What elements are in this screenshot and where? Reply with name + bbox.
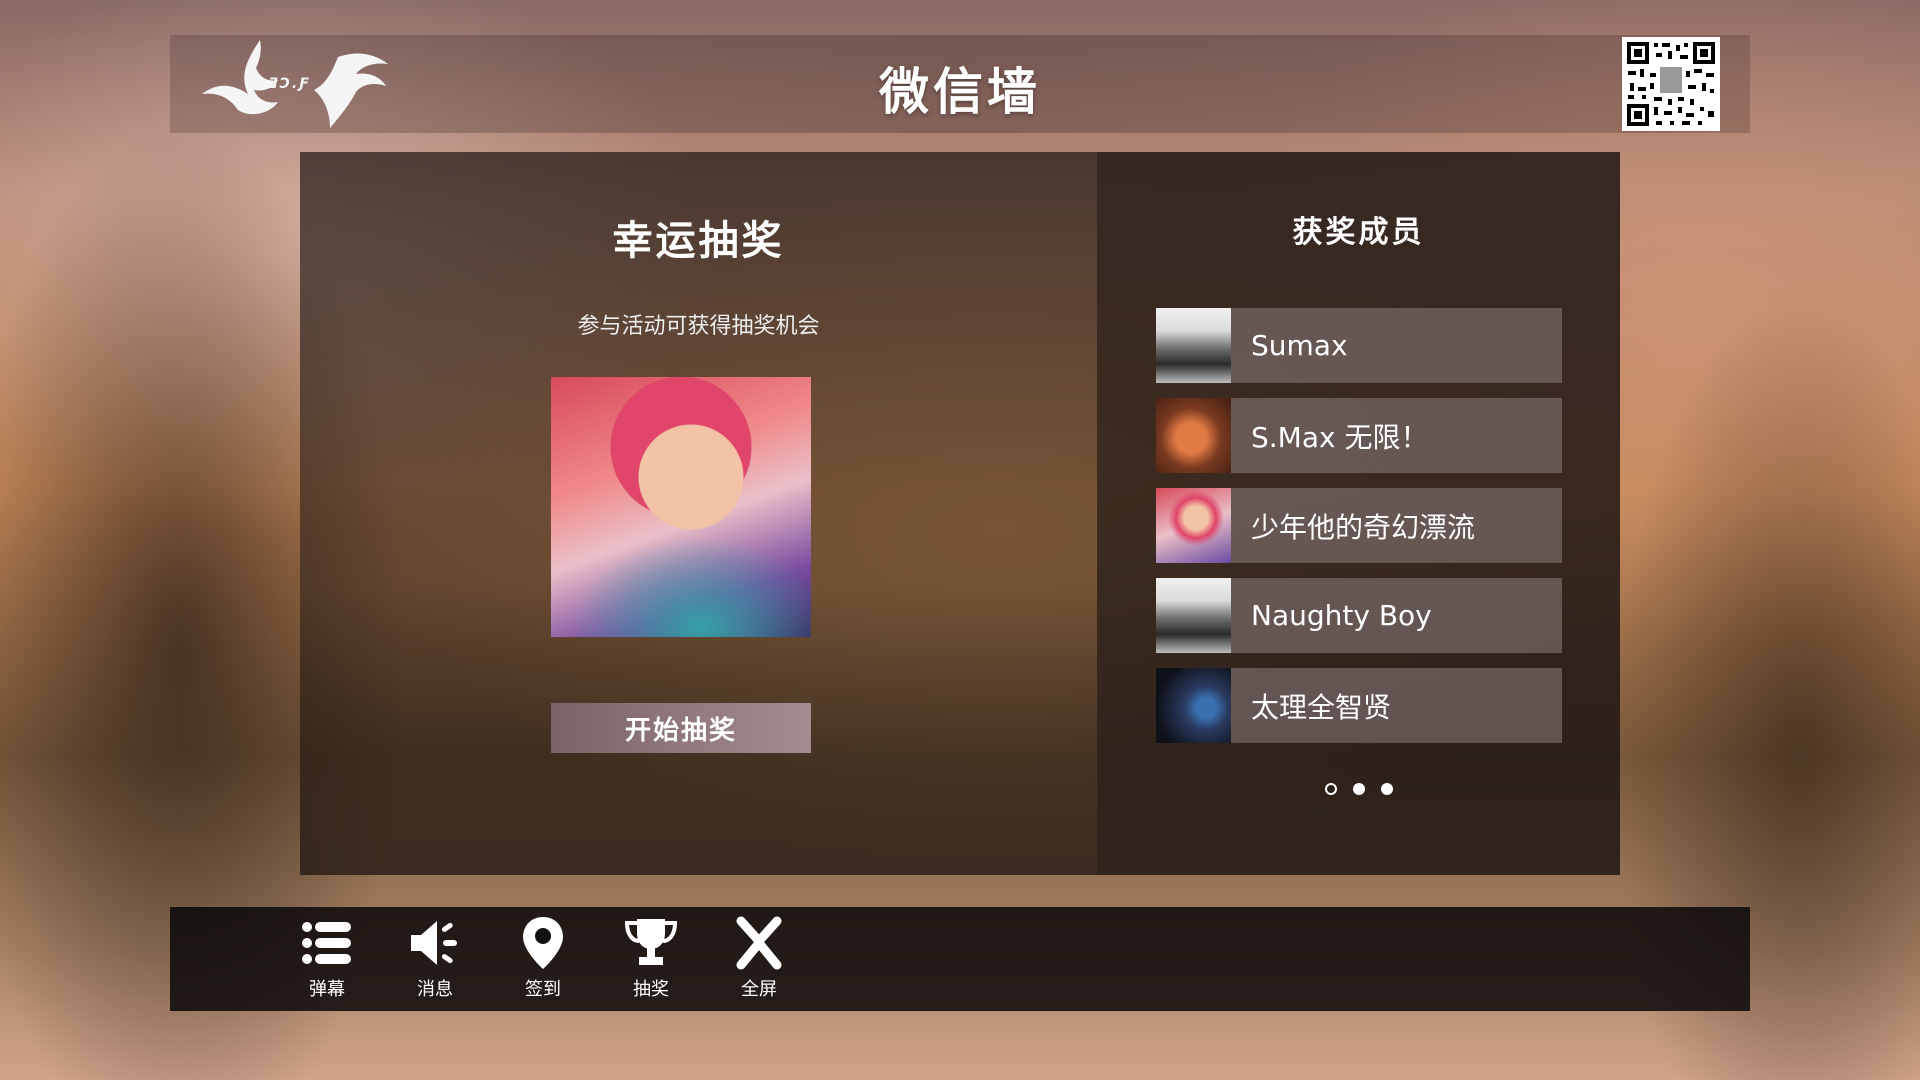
qr-code (1622, 37, 1720, 131)
winner-name: Naughty Boy (1251, 599, 1432, 632)
pager-dot-1[interactable] (1324, 783, 1337, 795)
winners-title: 获奖成员 (1292, 215, 1425, 250)
toolbar-label: 消息 (417, 979, 453, 1000)
winner-avatar (1156, 668, 1231, 743)
winner-row: S.Max 无限！ (1156, 398, 1562, 473)
winner-row: Sumax (1156, 308, 1562, 383)
winner-avatar (1156, 398, 1231, 473)
toolbar-checkin-button[interactable]: 签到 (498, 915, 588, 1007)
winner-name: S.Max 无限！ (1251, 420, 1429, 454)
toolbar-label: 全屏 (741, 979, 777, 1000)
lottery-subtitle: 参与活动可获得抽奖机会 (577, 314, 820, 339)
close-x-icon (736, 916, 782, 970)
lottery-title: 幸运抽奖 (612, 218, 785, 264)
winner-avatar (1156, 578, 1231, 653)
toolbar-message-button[interactable]: 消息 (390, 915, 480, 1007)
start-lottery-button[interactable]: 开始抽奖 (551, 703, 811, 753)
winner-row: 太理全智贤 (1156, 668, 1562, 743)
winner-row: Naughty Boy (1156, 578, 1562, 653)
toolbar-fullscreen-button[interactable]: 全屏 (714, 915, 804, 1007)
toolbar-danmaku-button[interactable]: 弹幕 (282, 915, 372, 1007)
winner-row: 少年他的奇幻漂流 (1156, 488, 1562, 563)
winner-avatar (1156, 488, 1231, 563)
winner-avatar (1156, 308, 1231, 383)
toolbar-label: 弹幕 (309, 979, 345, 1000)
winner-name: 太理全智贤 (1251, 690, 1392, 724)
pager-dot-3[interactable] (1380, 783, 1393, 795)
list-icon (302, 922, 351, 964)
lottery-avatar-image (551, 377, 811, 637)
winner-name: Sumax (1251, 329, 1348, 362)
winner-list: Sumax S.Max 无限！ 少年他的奇幻漂流 Naughty Boy 太理全… (1156, 308, 1562, 758)
pager-dot-2[interactable] (1352, 783, 1365, 795)
toolbar-label: 签到 (525, 979, 561, 1000)
toolbar-lottery-button[interactable]: 抽奖 (606, 915, 696, 1007)
toolbar-label: 抽奖 (633, 979, 669, 1000)
winner-name: 少年他的奇幻漂流 (1251, 510, 1476, 544)
location-pin-icon (523, 917, 563, 969)
speaker-icon (411, 921, 457, 965)
winners-pager (1097, 783, 1620, 795)
trophy-icon (624, 919, 678, 965)
